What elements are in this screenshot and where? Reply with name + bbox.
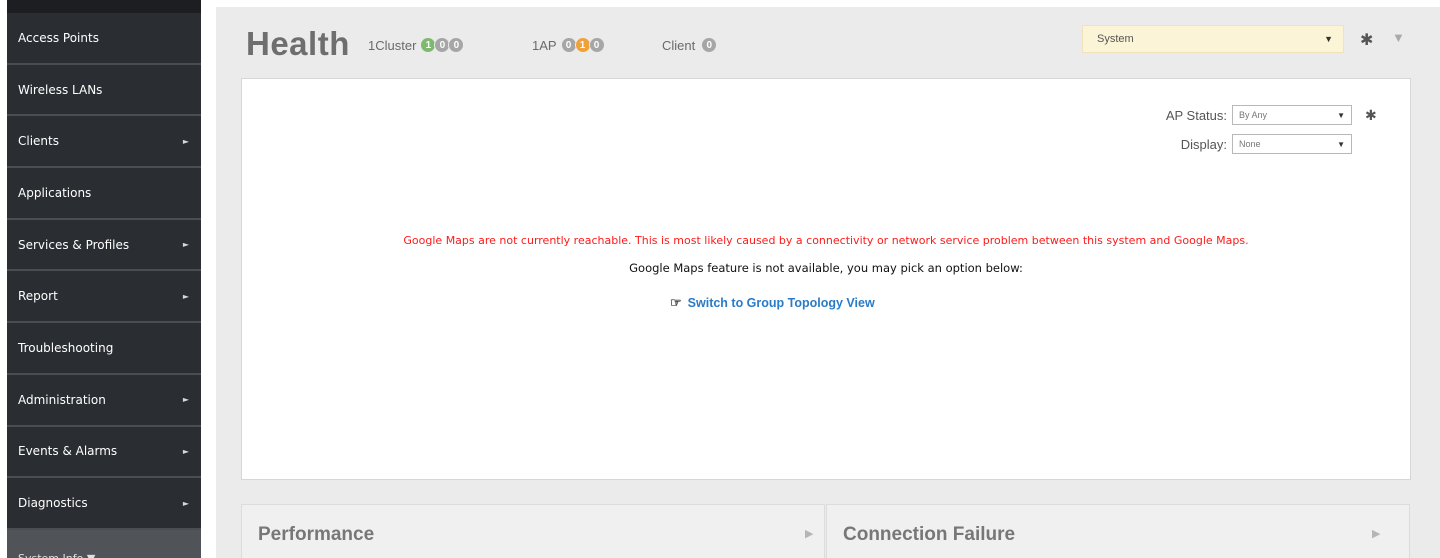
maps-info-message: Google Maps feature is not available, yo… (629, 261, 1023, 275)
ap-status-summary[interactable]: 1AP 0 1 0 (532, 37, 605, 53)
ap-status-filter: AP Status: By Any ▼ ✱ (1147, 105, 1377, 125)
cluster-count-pill: 1 0 0 (420, 37, 465, 53)
expand-arrow-icon: ► (182, 446, 189, 456)
client-status[interactable]: Client 0 (662, 37, 718, 53)
sidebar-item-label: Clients (18, 134, 59, 149)
expand-arrow-icon[interactable]: ▶ (1372, 527, 1380, 540)
scope-select-value: System (1097, 33, 1134, 45)
sidebar-item-applications[interactable]: Applications (7, 168, 201, 220)
sidebar-item-wireless-lans[interactable]: Wireless LANs (7, 65, 201, 117)
sidebar-item-access-points[interactable]: Access Points (7, 13, 201, 65)
cluster-label: 1Cluster (368, 37, 417, 53)
sidebar-top-bar (7, 0, 201, 13)
app-page: Access Points Wireless LANs Clients ► Ap… (0, 0, 1440, 558)
sidebar-item-report[interactable]: Report ► (7, 271, 201, 324)
expand-arrow-icon: ► (182, 240, 189, 250)
sidebar-item-services-profiles[interactable]: Services & Profiles ► (7, 220, 201, 272)
chevron-down-icon: ▼ (1337, 110, 1345, 120)
triangle-down-icon[interactable]: ▼ (1392, 30, 1405, 45)
health-header: Health 1Cluster 1 0 0 1AP 0 1 0 Client 0… (216, 7, 1440, 77)
expand-arrow-icon: ► (182, 498, 189, 508)
expand-arrow-icon: ► (182, 395, 189, 405)
expand-arrow-icon[interactable]: ▶ (805, 527, 813, 540)
page-title: Health (246, 25, 350, 62)
display-select-value: None (1239, 139, 1261, 149)
scope-select[interactable]: System ▼ (1082, 25, 1344, 53)
sidebar-item-label: Services & Profiles (18, 237, 130, 252)
sidebar-item-events-alarms[interactable]: Events & Alarms ► (7, 427, 201, 479)
ap-count-pill: 0 1 0 (560, 37, 605, 53)
sidebar-item-label: Applications (18, 185, 92, 200)
sidebar-item-label: Administration (18, 392, 106, 407)
chevron-down-icon: ▼ (1337, 139, 1345, 149)
client-count: 0 (701, 37, 718, 53)
sidebar: Access Points Wireless LANs Clients ► Ap… (7, 0, 201, 558)
ap-label: 1AP (532, 37, 557, 53)
sidebar-item-label: Report (18, 289, 58, 304)
gear-icon[interactable]: ✱ (1365, 107, 1377, 124)
maps-error-message: Google Maps are not currently reachable.… (403, 234, 1249, 247)
gear-icon[interactable]: ✱ (1360, 30, 1373, 50)
display-select[interactable]: None ▼ (1232, 134, 1352, 154)
cluster-status[interactable]: 1Cluster 1 0 0 (368, 37, 465, 53)
sidebar-item-label: Access Points (18, 30, 99, 45)
sidebar-item-troubleshooting[interactable]: Troubleshooting (7, 323, 201, 375)
cluster-count-offline: 0 (448, 37, 465, 53)
switch-topology-label: Switch to Group Topology View (687, 296, 875, 310)
chevron-down-icon: ▼ (1324, 34, 1333, 44)
ap-count-offline: 0 (588, 37, 605, 53)
sidebar-item-administration[interactable]: Administration ► (7, 375, 201, 427)
system-info-toggle[interactable]: System Info ▼ (7, 529, 201, 558)
pointing-hand-icon: ☞ (670, 295, 682, 310)
sidebar-item-label: Wireless LANs (18, 82, 103, 97)
sidebar-item-label: Events & Alarms (18, 444, 118, 459)
ap-status-select[interactable]: By Any ▼ (1232, 105, 1352, 125)
sidebar-item-label: Diagnostics (18, 496, 88, 511)
expand-arrow-icon: ► (182, 136, 189, 146)
performance-panel[interactable]: Performance ▶ (241, 504, 825, 558)
sidebar-item-label: Troubleshooting (18, 340, 114, 355)
ap-status-select-value: By Any (1239, 110, 1268, 120)
ap-status-label: AP Status: (1165, 107, 1227, 123)
sidebar-item-diagnostics[interactable]: Diagnostics ► (7, 478, 201, 530)
client-label: Client (662, 37, 696, 53)
performance-title: Performance (258, 524, 375, 545)
map-panel: AP Status: By Any ▼ ✱ Display: None ▼ Go… (241, 78, 1411, 480)
switch-topology-link[interactable]: ☞ Switch to Group Topology View (670, 295, 875, 311)
expand-arrow-icon: ► (182, 291, 189, 301)
display-label: Display: (1180, 136, 1227, 152)
display-filter: Display: None ▼ (1147, 134, 1352, 154)
client-count-pill: 0 (701, 37, 718, 53)
main-content: Health 1Cluster 1 0 0 1AP 0 1 0 Client 0… (216, 7, 1440, 558)
connection-failure-title: Connection Failure (843, 524, 1016, 545)
sidebar-item-clients[interactable]: Clients ► (7, 116, 201, 169)
connection-failure-panel[interactable]: Connection Failure ▶ (826, 504, 1410, 558)
